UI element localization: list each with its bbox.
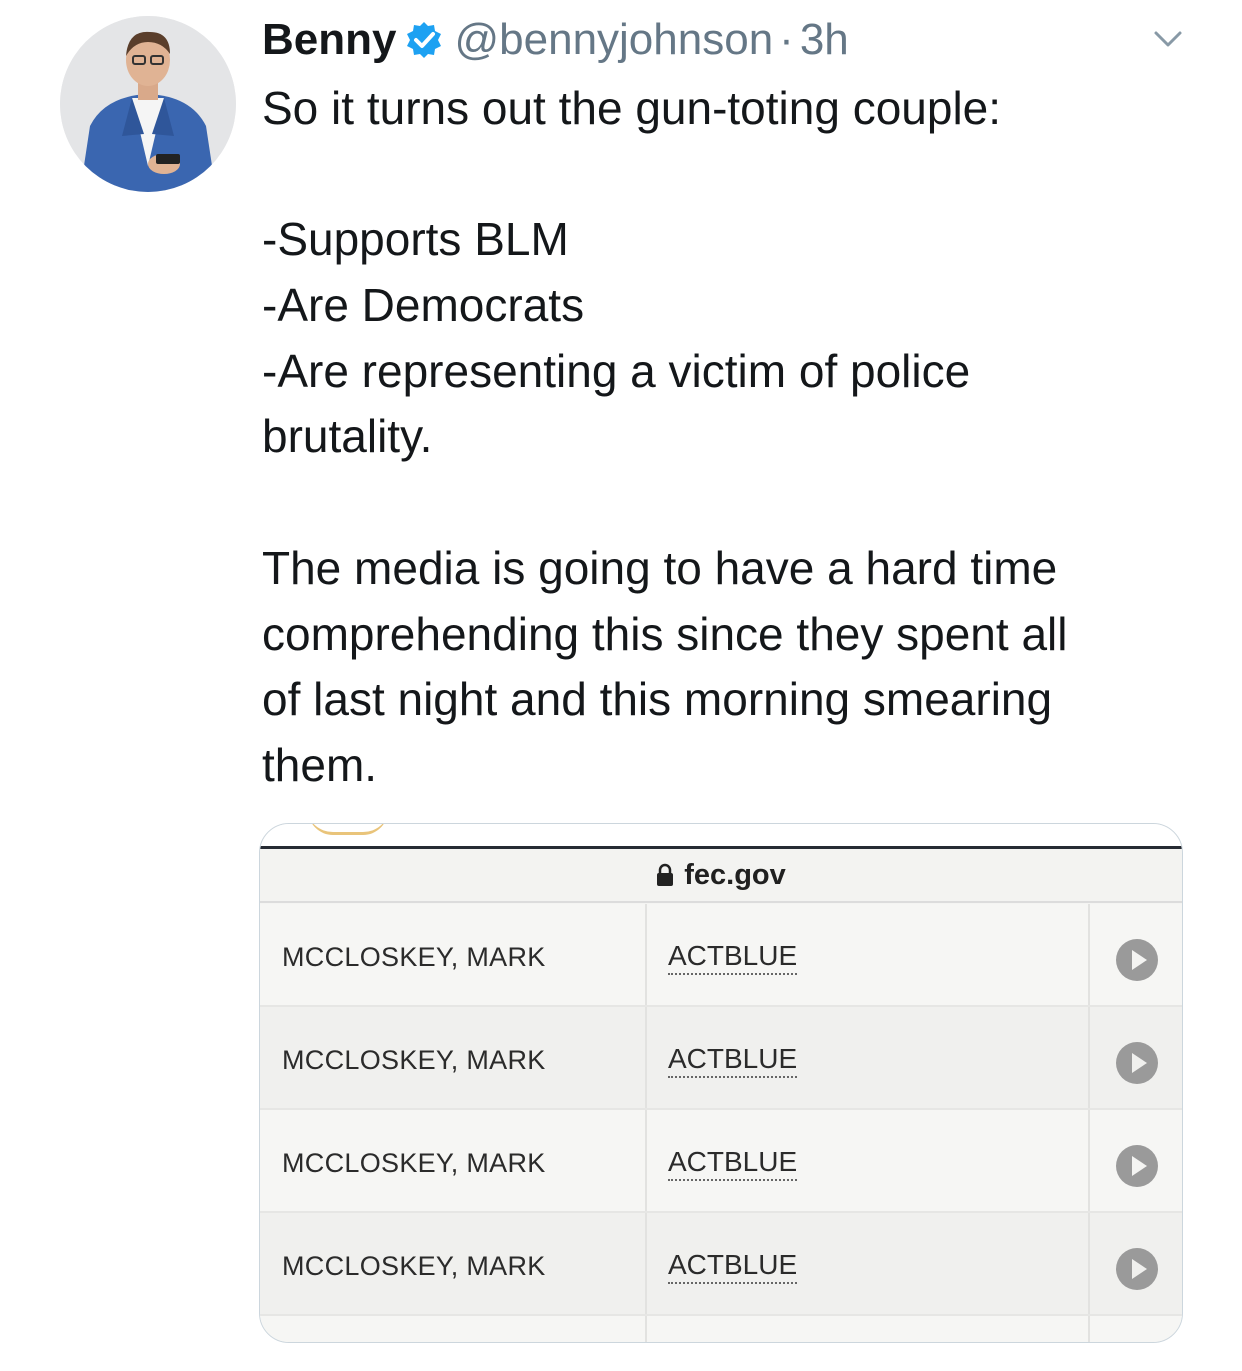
table-row: MCCLOSKEY, MARK ACTBLUE — [260, 904, 1182, 1007]
table-row-partial — [260, 1316, 1182, 1342]
column-divider — [1088, 1110, 1090, 1211]
tweet-text-line: brutality. — [262, 410, 433, 463]
browser-address-bar: fec.gov — [260, 849, 1182, 903]
committee-link: ACTBLUE — [668, 940, 798, 975]
tweet-text-line: -Are representing a victim of police — [262, 344, 971, 397]
contributions-table: MCCLOSKEY, MARK ACTBLUE MCCLOSKEY, MARK … — [260, 904, 1182, 1342]
contributor-name: MCCLOSKEY, MARK — [282, 942, 546, 972]
tweet-text-line: The media is going to have a hard time — [262, 541, 1058, 594]
column-divider — [645, 904, 647, 1005]
tweet-text-line: -Supports BLM — [262, 213, 569, 266]
tweet-text-spacer — [262, 142, 1202, 208]
contributor-name: MCCLOSKEY, MARK — [282, 1045, 546, 1075]
committee-link: ACTBLUE — [668, 1249, 798, 1284]
tweet-text-line: So it turns out the gun-toting couple: — [262, 82, 1002, 134]
column-divider — [1088, 1316, 1090, 1342]
tweet-text-line: comprehending this since they spent all — [262, 607, 1068, 660]
tweet-header: Benny @bennyjohnson · 3h — [262, 10, 849, 70]
play-circle-icon — [1116, 939, 1158, 981]
author-name[interactable]: Benny — [262, 15, 396, 65]
table-row: MCCLOSKEY, MARK ACTBLUE — [260, 1110, 1182, 1213]
committee-link: ACTBLUE — [668, 1043, 798, 1078]
column-divider — [1088, 1007, 1090, 1108]
header-separator: · — [779, 15, 794, 64]
table-row: MCCLOSKEY, MARK ACTBLUE — [260, 1007, 1182, 1110]
contributor-name: MCCLOSKEY, MARK — [282, 1251, 546, 1281]
committee-link: ACTBLUE — [668, 1146, 798, 1181]
column-divider — [1088, 904, 1090, 1005]
tweet-text-line: them. — [262, 738, 378, 791]
tweet-media-card[interactable]: fec.gov MCCLOSKEY, MARK ACTBLUE MCCLOSKE… — [259, 823, 1183, 1343]
tweet-text-line: -Are Democrats — [262, 279, 585, 332]
play-circle-icon — [1116, 1042, 1158, 1084]
author-handle[interactable]: @bennyjohnson — [454, 15, 773, 65]
column-divider — [645, 1213, 647, 1314]
play-circle-icon — [1116, 1248, 1158, 1290]
column-divider — [645, 1007, 647, 1108]
screenshot-edge-decoration — [308, 824, 388, 835]
verified-badge-icon — [407, 22, 442, 58]
tweet-text-line: of last night and this morning smearing — [262, 673, 1053, 726]
play-circle-icon — [1116, 1145, 1158, 1187]
column-divider — [645, 1110, 647, 1211]
chevron-down-icon[interactable] — [1148, 24, 1188, 54]
tweet-timestamp[interactable]: 3h — [800, 15, 849, 65]
author-avatar[interactable] — [60, 16, 236, 192]
table-row: MCCLOSKEY, MARK ACTBLUE — [260, 1213, 1182, 1316]
tweet-body: So it turns out the gun-toting couple: -… — [262, 76, 1202, 799]
column-divider — [1088, 1213, 1090, 1314]
tweet-text-spacer — [262, 470, 1202, 536]
column-divider — [645, 1316, 647, 1342]
screenshot-top-strip — [260, 824, 1182, 846]
contributor-name: MCCLOSKEY, MARK — [282, 1148, 546, 1178]
address-bar-url: fec.gov — [684, 858, 786, 891]
avatar-image — [60, 16, 236, 192]
lock-icon — [657, 863, 674, 886]
